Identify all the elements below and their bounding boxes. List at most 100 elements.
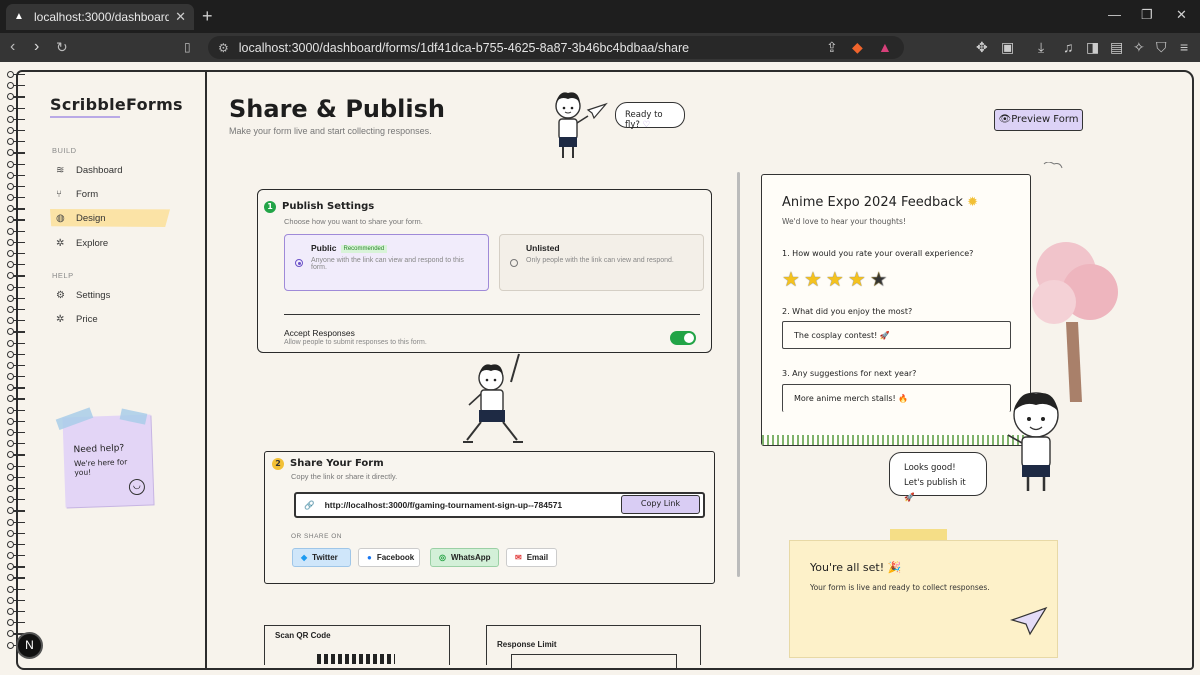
sidebar-item-dashboard[interactable]: ≋ Dashboard [50, 161, 170, 179]
restore-icon[interactable]: ❐ [1141, 7, 1153, 23]
browser-toolbar: ‹ › ↻ ▯ ⚙ localhost:3000/dashboard/forms… [0, 33, 1200, 62]
all-set-card: You're all set! 🎉 Your form is live and … [789, 540, 1058, 658]
qr-code-title: Scan QR Code [275, 631, 331, 640]
brand-logo[interactable]: ScribbleForms [50, 95, 183, 114]
email-share-button[interactable]: ✉ Email [506, 548, 557, 567]
vpn-icon[interactable]: ⛉ [1156, 39, 1167, 56]
publish-settings-subtitle: Choose how you want to share your form. [284, 217, 423, 226]
tab-title: localhost:3000/dashboard/forms [34, 10, 170, 24]
unlisted-desc: Only people with the link can view and r… [526, 257, 674, 264]
sidebar-icon[interactable]: ◨ [1086, 39, 1099, 56]
menu-icon[interactable]: ≡ [1180, 39, 1188, 55]
help-note-title: Need help? [73, 443, 125, 456]
whatsapp-icon: ◎ [439, 553, 446, 562]
whatsapp-share-button[interactable]: ◎ WhatsApp [430, 548, 499, 567]
close-tab-icon[interactable]: ✕ [175, 9, 186, 25]
twitter-share-button[interactable]: ◆ Twitter [292, 548, 351, 567]
gear-icon: ⚙ [56, 289, 65, 301]
preview-form-button[interactable]: 👁Preview Form [994, 109, 1083, 131]
next-dev-button[interactable]: N [16, 632, 43, 659]
recommended-badge: Recommended [340, 244, 388, 253]
form-preview-subtitle: We'd love to hear your thoughts! [782, 217, 906, 226]
kid-lifting-illustration [463, 353, 523, 443]
step-number: 1 [264, 201, 276, 213]
bookmark-icon[interactable]: ▯ [184, 40, 191, 54]
answer-2-field[interactable]: The cosplay contest! 🚀 [782, 321, 1011, 349]
public-radio[interactable] [295, 259, 303, 267]
sidebar-item-form[interactable]: ⑂ Form [50, 185, 170, 203]
twitter-icon: ◆ [301, 553, 308, 562]
qr-code-image [317, 654, 395, 664]
unlisted-option[interactable]: Unlisted Only people with the link can v… [499, 234, 704, 291]
sidebar-item-label: Explore [76, 237, 109, 249]
share-icon[interactable]: ⇪ [826, 39, 838, 56]
forward-icon[interactable]: › [34, 38, 39, 56]
half-star-icon: ★ [869, 269, 892, 291]
sidebar-item-price[interactable]: ✲ Price [50, 310, 170, 328]
wallet-icon[interactable]: ▤ [1110, 39, 1123, 56]
browser-tab[interactable]: ▲ localhost:3000/dashboard/forms ✕ [6, 4, 194, 30]
question-2: 2. What did you enjoy the most? [782, 307, 913, 316]
back-icon[interactable]: ‹ [10, 38, 15, 56]
publish-settings-card: 1 Publish Settings Choose how you want to… [257, 189, 712, 353]
screenshot-icon[interactable]: ▣ [1001, 39, 1014, 56]
scrollbar[interactable] [737, 172, 740, 577]
download-icon[interactable]: ⤓ [1038, 39, 1044, 56]
sparkle-icon: ✲ [56, 313, 65, 325]
sidebar-item-label: Form [76, 188, 99, 200]
music-icon[interactable]: ♫ [1063, 39, 1074, 55]
help-sticky-note: Need help? We're here for you! ◡ [55, 407, 154, 508]
speech-bubble: Ready to fly? ♡ [615, 102, 685, 130]
facebook-label: Facebook [376, 553, 415, 562]
sidebar-item-explore[interactable]: ✲ Explore [50, 234, 170, 252]
facebook-share-button[interactable]: ● Facebook [358, 548, 420, 567]
address-bar[interactable]: ⚙ localhost:3000/dashboard/forms/1df41dc… [208, 36, 904, 59]
ai-icon[interactable]: ✧ [1133, 39, 1145, 56]
all-set-title: You're all set! 🎉 [810, 561, 902, 574]
reload-icon[interactable]: ↻ [56, 39, 68, 56]
extensions-icon[interactable]: ✥ [976, 39, 988, 56]
heart-icon: ♡ [642, 120, 651, 130]
brave-shield-icon[interactable]: ◆ [852, 39, 863, 56]
form-preview-title-text: Anime Expo 2024 Feedback [782, 195, 963, 210]
app-page: ScribbleForms BUILD ≋ Dashboard ⑂ Form ◍ De… [0, 62, 1200, 675]
browser-tabbar: ▲ localhost:3000/dashboard/forms ✕ + — ❐… [0, 0, 1200, 33]
form-preview-title: Anime Expo 2024 Feedback ✹ [782, 195, 978, 210]
minimize-icon[interactable]: — [1108, 7, 1121, 22]
speech-bubble-publish: Looks good! Let's publish it 🚀 [889, 452, 987, 503]
layers-icon: ≋ [56, 164, 65, 176]
vercel-icon: ▲ [14, 11, 24, 22]
bubble-line-2: Let's publish it 🚀 [904, 478, 966, 503]
response-limit-input[interactable] [511, 654, 677, 668]
answer-3-field[interactable]: More anime merch stalls! 🔥 [782, 384, 1011, 412]
email-icon: ✉ [515, 553, 522, 562]
public-option[interactable]: Public Recommended Anyone with the link c… [284, 234, 489, 291]
grass-decoration [762, 435, 1030, 445]
brand-underline [50, 116, 120, 118]
public-label: Public [311, 243, 337, 253]
palette-icon: ◍ [56, 212, 65, 224]
unlisted-radio[interactable] [510, 259, 518, 267]
preview-form-label: Preview Form [1011, 114, 1079, 125]
help-note-subtitle: We're here for you! [73, 457, 128, 478]
copy-link-button[interactable]: Copy Link [621, 495, 700, 514]
response-limit-card: Response Limit [486, 625, 701, 668]
sidebar-item-label: Design [76, 212, 106, 224]
sidebar-item-design[interactable]: ◍ Design [50, 209, 170, 227]
accept-responses-toggle[interactable] [670, 331, 696, 345]
publish-settings-title-text: Publish Settings [282, 201, 375, 212]
facebook-icon: ● [367, 553, 372, 562]
kid-paper-plane-illustration [555, 92, 608, 158]
rewards-icon[interactable]: ▲ [878, 39, 892, 55]
rating-stars[interactable]: ★★★★★ [782, 267, 892, 292]
star-icon: ★ [782, 269, 804, 291]
site-info-icon[interactable]: ⚙ [218, 41, 229, 55]
sun-icon: ✹ [967, 195, 978, 210]
new-tab-icon[interactable]: + [202, 6, 213, 27]
step-number: 2 [272, 458, 284, 470]
kid-thumbs-up-illustration [1007, 392, 1059, 491]
public-desc: Anyone with the link can view and respon… [311, 257, 464, 271]
sidebar-item-settings[interactable]: ⚙ Settings [50, 286, 170, 304]
close-window-icon[interactable]: ✕ [1176, 7, 1187, 23]
build-section-label: BUILD [52, 146, 77, 155]
